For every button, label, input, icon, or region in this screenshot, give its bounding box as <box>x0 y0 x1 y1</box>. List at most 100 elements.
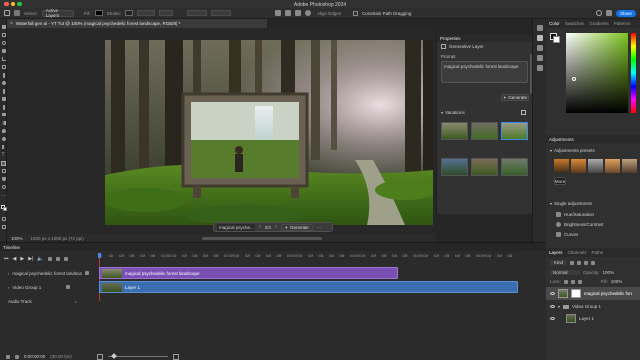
filter-pixel-icon[interactable] <box>570 260 575 265</box>
horizontal-scrollbar[interactable] <box>201 236 322 240</box>
transition-icon[interactable] <box>63 257 68 261</box>
play-icon[interactable]: ▶ <box>20 256 24 262</box>
visibility-eye-icon[interactable] <box>550 292 555 295</box>
tool-gradient-icon[interactable] <box>1 121 6 125</box>
preset-thumb-3[interactable] <box>588 159 603 173</box>
prev-frame-icon[interactable]: ◀ <box>13 256 17 262</box>
single-adjustments-row[interactable]: ▾ Single adjustments <box>550 201 592 206</box>
background-color-swatch[interactable] <box>2 207 7 211</box>
home-icon[interactable] <box>4 10 10 16</box>
preset-thumb-2[interactable] <box>571 159 586 173</box>
height-input[interactable] <box>211 10 232 16</box>
tool-path-selection-icon[interactable] <box>1 161 6 166</box>
tool-pen-icon[interactable] <box>1 145 6 149</box>
render-video-icon[interactable] <box>15 354 19 359</box>
screen-mode-icon[interactable] <box>1 225 6 229</box>
settings-icon[interactable] <box>47 257 52 261</box>
align-edges-label[interactable]: Align Edges <box>317 11 341 16</box>
properties-generate-button[interactable]: ✦ Generate <box>501 94 529 101</box>
preset-thumb-5[interactable] <box>622 159 637 173</box>
adjustment-brightness-contrast[interactable]: Brightness/Contrast <box>556 222 604 227</box>
track-header-generative[interactable]: › magical psychedelic forest landscape <box>8 268 96 278</box>
tab-layers[interactable]: Layers <box>549 250 563 255</box>
tool-blur-icon[interactable] <box>1 129 6 133</box>
adjustment-curves[interactable]: Curves <box>556 232 578 237</box>
path-ops-icon[interactable] <box>275 10 282 16</box>
grid-view-icon[interactable] <box>521 110 526 115</box>
tool-type-icon[interactable]: T <box>2 152 5 158</box>
constrain-checkbox[interactable] <box>353 10 359 16</box>
close-tab-icon[interactable]: × <box>10 21 13 27</box>
tool-healing-icon[interactable] <box>1 81 6 85</box>
history-icon[interactable] <box>537 25 543 31</box>
tool-brush-icon[interactable] <box>2 89 5 94</box>
track-expand-icon[interactable]: › <box>8 271 9 276</box>
prompt-textarea[interactable]: magical psychedelic forest landscape <box>441 61 528 83</box>
opacity-input[interactable]: 100% <box>603 270 615 275</box>
layer-row-layer1[interactable]: Layer 1 <box>546 312 640 325</box>
tool-eyedropper-icon[interactable] <box>2 73 5 78</box>
layer-row-video-group[interactable]: ▾ Video Group 1 <box>546 302 640 311</box>
timeline-ruler[interactable]: 0001f02f03f04f05f01:00f01f02f03f04f05f02… <box>98 254 518 262</box>
tab-gradients[interactable]: Gradients <box>589 21 609 26</box>
convert-frame-icon[interactable] <box>6 354 10 359</box>
prev-variation-icon[interactable]: ‹ <box>259 224 261 230</box>
layer-mask-thumb[interactable] <box>571 289 581 298</box>
timeline-zoom-thumb[interactable] <box>110 353 117 359</box>
prompt-field[interactable]: magical psyche... <box>217 223 255 231</box>
color-field[interactable] <box>566 33 628 113</box>
character-icon[interactable] <box>537 65 543 71</box>
next-variation-icon[interactable]: › <box>275 224 277 230</box>
tool-lasso-icon[interactable] <box>1 41 6 45</box>
path-select-icon[interactable] <box>14 10 20 16</box>
first-frame-icon[interactable]: ⏮ <box>4 256 9 262</box>
track-add-media-icon-2[interactable] <box>66 285 71 289</box>
tab-color[interactable]: Color <box>549 21 560 26</box>
canvas-image[interactable] <box>105 40 433 225</box>
collapse-chevron-icon[interactable]: ▾ <box>441 110 443 115</box>
tool-stamp-icon[interactable] <box>1 97 6 101</box>
track-add-media-icon[interactable] <box>85 271 90 275</box>
lock-pixels-icon[interactable] <box>563 279 568 284</box>
tab-swatches[interactable]: Swatches <box>565 21 585 26</box>
zoom-in-icon[interactable] <box>172 353 179 360</box>
path-arrange-icon[interactable] <box>295 10 302 16</box>
hue-slider[interactable] <box>631 33 636 113</box>
tool-history-brush-icon[interactable] <box>2 105 5 110</box>
split-icon[interactable] <box>55 257 60 261</box>
preset-thumb-1[interactable] <box>554 159 569 173</box>
properties-icon[interactable] <box>537 35 543 41</box>
settings-gear-icon[interactable] <box>305 10 312 16</box>
tab-paths[interactable]: Paths <box>592 250 604 255</box>
variation-thumb-1[interactable] <box>441 122 468 140</box>
next-frame-icon[interactable]: ▶| <box>28 256 33 262</box>
lock-all-icon[interactable] <box>577 279 582 284</box>
audio-icon[interactable]: 🔈 <box>37 256 43 262</box>
blend-mode-dropdown[interactable]: Normal <box>550 270 580 275</box>
tool-dodge-icon[interactable] <box>1 137 6 141</box>
tool-hand-icon[interactable] <box>1 177 6 181</box>
visibility-eye-icon-2[interactable] <box>550 305 555 308</box>
track-header-video-group[interactable]: › Video Group 1 <box>8 282 96 292</box>
expand-group-icon[interactable]: ▾ <box>558 304 560 309</box>
lock-position-icon[interactable] <box>570 279 575 284</box>
filter-adjustment-icon[interactable] <box>577 260 582 265</box>
filter-shape-icon[interactable] <box>591 260 596 265</box>
workspace-icon[interactable] <box>606 10 612 16</box>
tool-zoom-icon[interactable] <box>1 185 6 189</box>
bg-swatch[interactable] <box>553 36 560 43</box>
variation-thumb-2[interactable] <box>471 122 498 140</box>
more-options-icon[interactable]: ··· <box>317 225 322 230</box>
adjustments-presets-row[interactable]: ▾ Adjustments presets <box>550 148 595 153</box>
share-button[interactable]: Share <box>616 9 636 17</box>
tool-marquee-icon[interactable] <box>1 33 6 37</box>
tool-shape-icon[interactable] <box>1 169 6 173</box>
timeline-zoom-slider[interactable] <box>107 353 168 359</box>
layer-row-generative[interactable]: magical psychedelic forest landscape <box>546 287 640 300</box>
zoom-level[interactable]: 100% <box>11 236 23 241</box>
stroke-swatch[interactable] <box>125 10 134 16</box>
variation-thumb-6[interactable] <box>501 158 528 176</box>
tool-move-icon[interactable] <box>1 25 6 29</box>
brush-settings-icon[interactable] <box>537 55 543 61</box>
fill-swatch[interactable] <box>94 10 103 16</box>
